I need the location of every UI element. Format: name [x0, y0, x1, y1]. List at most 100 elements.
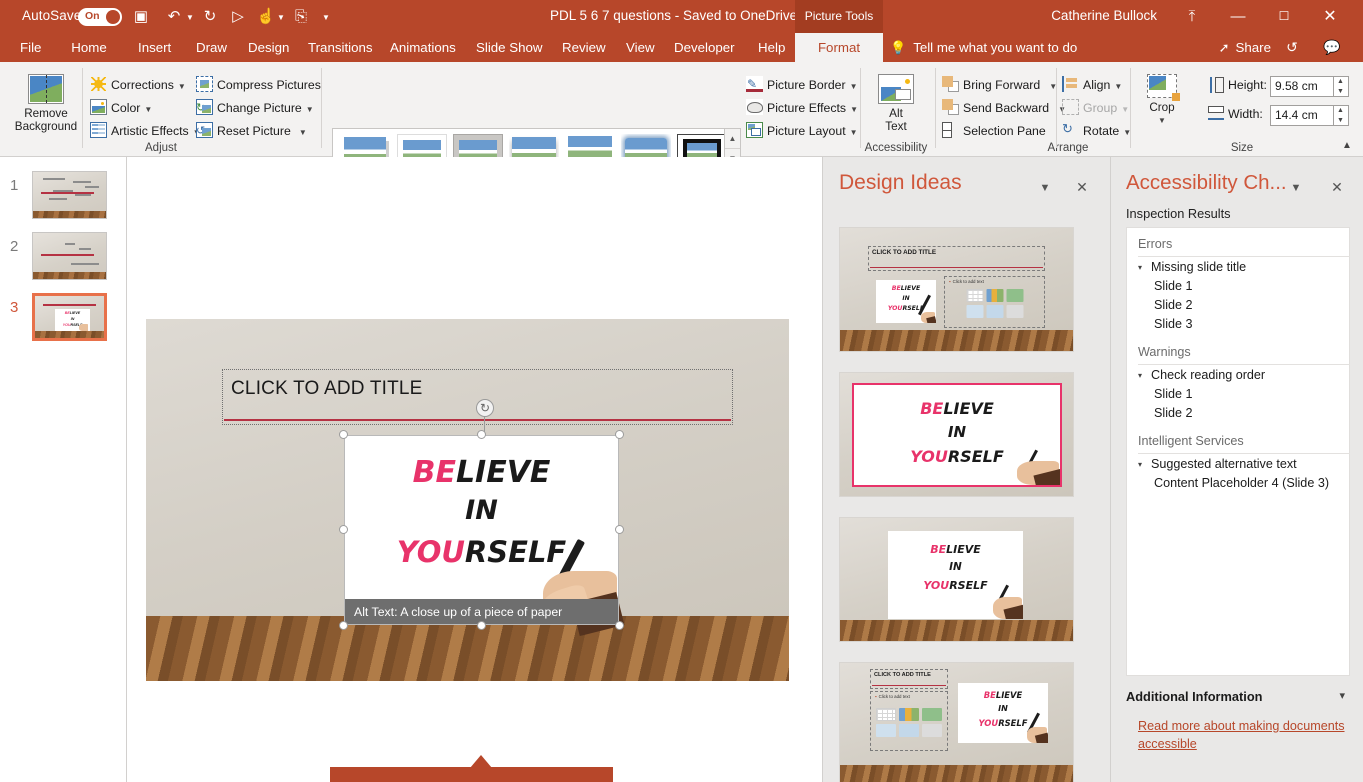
compress-pictures-button[interactable]: Compress Pictures: [196, 74, 321, 96]
version-history-icon[interactable]: ↺: [1277, 33, 1307, 62]
bring-forward-button[interactable]: Bring Forward▼: [942, 74, 1057, 96]
rotation-handle[interactable]: ↻: [476, 399, 494, 417]
tab-developer[interactable]: Developer: [664, 33, 744, 62]
align-button[interactable]: Align▼: [1062, 74, 1122, 96]
resize-handle-bottom-right[interactable]: [615, 621, 624, 630]
reset-picture-button[interactable]: Reset Picture▼: [196, 120, 307, 142]
height-stepper-down-icon[interactable]: ▼: [1334, 87, 1347, 96]
tab-insert[interactable]: Insert: [128, 33, 180, 62]
resize-handle-top-left[interactable]: [339, 430, 348, 439]
issue-item-slide-1[interactable]: Slide 1: [1154, 279, 1193, 293]
issue-item-slide-3[interactable]: Slide 3: [1154, 317, 1193, 331]
send-backward-button[interactable]: Send Backward▼: [942, 97, 1066, 119]
design-idea-card-1[interactable]: CLICK TO ADD TITLE BELIEVE IN YOURSELF C…: [839, 227, 1074, 352]
expand-triangle-icon[interactable]: ▾: [1138, 262, 1147, 274]
tab-help[interactable]: Help: [748, 33, 790, 62]
crop-chevron-down-icon[interactable]: ▼: [1136, 114, 1188, 127]
warning-item-slide-2[interactable]: Slide 2: [1154, 406, 1193, 420]
user-name[interactable]: Catherine Bullock: [1051, 8, 1157, 23]
additional-information-header[interactable]: Additional Information: [1126, 689, 1263, 704]
selected-picture[interactable]: BELIEVE IN YOURSELF: [344, 435, 619, 625]
smartart-icon: [1006, 289, 1023, 302]
selection-pane-button[interactable]: Selection Pane: [942, 120, 1046, 142]
resize-handle-top-center[interactable]: [477, 430, 486, 439]
tab-design[interactable]: Design: [238, 33, 294, 62]
tab-file[interactable]: File: [10, 33, 50, 62]
change-picture-button[interactable]: Change Picture▼: [196, 97, 314, 119]
height-input[interactable]: 9.58 cm: [1270, 76, 1334, 97]
issue-missing-slide-title[interactable]: Missing slide title: [1151, 260, 1246, 274]
slide-thumbnail-image-1[interactable]: [32, 171, 107, 219]
picture-border-button[interactable]: Picture Border▼: [746, 74, 858, 96]
additional-information-chevron-down-icon[interactable]: ▾: [1339, 689, 1345, 702]
design-idea-card-2[interactable]: BELIEVE IN YOURSELF: [839, 372, 1074, 497]
remove-background-button[interactable]: Remove Background: [8, 74, 84, 133]
tab-slide-show[interactable]: Slide Show: [466, 33, 546, 62]
slide-thumbnail-image-3[interactable]: BELIEVE IN YOURSELF: [32, 293, 107, 341]
design-ideas-close-icon[interactable]: ✕: [1072, 177, 1092, 197]
resize-handle-bottom-left[interactable]: [339, 621, 348, 630]
tab-draw[interactable]: Draw: [186, 33, 234, 62]
close-icon[interactable]: ✕: [1307, 0, 1353, 33]
expand-triangle-icon[interactable]: ▾: [1138, 459, 1147, 471]
tab-review[interactable]: Review: [552, 33, 610, 62]
tab-transitions[interactable]: Transitions: [298, 33, 376, 62]
slide-edit-area[interactable]: CLICK TO ADD TITLE ↻ BELIEVE IN: [127, 157, 803, 782]
slide-thumbnail-image-2[interactable]: [32, 232, 107, 280]
share-label: Share: [1236, 40, 1271, 55]
artistic-effects-button[interactable]: Artistic Effects▼: [90, 120, 201, 142]
height-stepper[interactable]: ▲ ▼: [1334, 76, 1349, 97]
share-button[interactable]: ➚Share: [1219, 33, 1271, 62]
slide-thumbnail-pane[interactable]: 1 2: [0, 157, 127, 782]
issue-check-reading-order[interactable]: Check reading order: [1151, 368, 1265, 382]
expand-triangle-icon[interactable]: ▾: [1138, 370, 1147, 382]
mini-title-placeholder-4: CLICK TO ADD TITLE: [870, 669, 948, 689]
rotate-button[interactable]: Rotate▼: [1062, 120, 1131, 142]
resize-handle-bottom-center[interactable]: [477, 621, 486, 630]
suggestion-item-content-placeholder[interactable]: Content Placeholder 4 (Slide 3): [1154, 476, 1329, 490]
title-placeholder[interactable]: CLICK TO ADD TITLE: [222, 369, 733, 425]
crop-button[interactable]: Crop ▼: [1136, 74, 1188, 127]
picture-border-label: Picture Border: [767, 78, 846, 92]
warning-item-slide-1[interactable]: Slide 1: [1154, 387, 1193, 401]
ribbon-display-options-icon[interactable]: ⤒: [1169, 0, 1215, 33]
width-stepper[interactable]: ▲ ▼: [1334, 105, 1349, 126]
picture-effects-button[interactable]: Picture Effects▼: [746, 97, 858, 119]
picture-layout-button[interactable]: Picture Layout▼: [746, 120, 858, 142]
tab-view[interactable]: View: [616, 33, 660, 62]
tab-format[interactable]: Format: [795, 33, 883, 62]
comments-icon[interactable]: 💬: [1317, 33, 1347, 62]
design-ideas-options-chevron-down-icon[interactable]: ▼: [1036, 179, 1054, 197]
issue-item-slide-2[interactable]: Slide 2: [1154, 298, 1193, 312]
height-stepper-up-icon[interactable]: ▲: [1334, 77, 1347, 86]
design-idea-card-3[interactable]: BELIEVE IN YOURSELF: [839, 517, 1074, 642]
width-input[interactable]: 14.4 cm: [1270, 105, 1334, 126]
video-icon: [1006, 305, 1023, 318]
width-stepper-up-icon[interactable]: ▲: [1334, 106, 1347, 115]
minimize-icon[interactable]: —: [1215, 0, 1261, 33]
tab-home[interactable]: Home: [60, 33, 118, 62]
tell-me-search[interactable]: 💡Tell me what you want to do: [890, 33, 1077, 62]
alt-text-button[interactable]: Alt Text: [858, 74, 934, 133]
width-stepper-down-icon[interactable]: ▼: [1334, 116, 1347, 125]
accessibility-checker-close-icon[interactable]: ✕: [1327, 177, 1347, 197]
maximize-icon[interactable]: ☐: [1261, 0, 1307, 33]
resize-handle-middle-right[interactable]: [615, 525, 624, 534]
powerpoint-window: AutoSave On ▣ ↶ ▼ ↻ ▷ ☝ ▼ ⎘ ▼ PDL 5 6 7 …: [0, 0, 1363, 782]
gallery-scroll-up-icon[interactable]: ▲: [725, 129, 740, 149]
read-more-link[interactable]: Read more about making documents accessi…: [1138, 717, 1353, 753]
inspection-results-list[interactable]: Errors ▾ Missing slide title Slide 1 Sli…: [1126, 227, 1350, 676]
tab-animations[interactable]: Animations: [380, 33, 460, 62]
resize-handle-top-right[interactable]: [615, 430, 624, 439]
chart-icon: [899, 708, 919, 721]
corrections-button[interactable]: Corrections▼: [90, 74, 186, 96]
color-button[interactable]: Color▼: [90, 97, 152, 119]
resize-handle-middle-left[interactable]: [339, 525, 348, 534]
compress-pictures-label: Compress Pictures: [217, 78, 321, 92]
mini-content-text-1: Click to add text: [949, 279, 984, 284]
accessibility-checker-options-chevron-down-icon[interactable]: ▼: [1287, 179, 1305, 197]
collapse-ribbon-icon[interactable]: ▲: [1339, 138, 1355, 154]
issue-suggested-alternative-text[interactable]: Suggested alternative text: [1151, 457, 1297, 471]
design-idea-card-4[interactable]: CLICK TO ADD TITLE Click to add text BEL…: [839, 662, 1074, 782]
current-slide[interactable]: CLICK TO ADD TITLE ↻ BELIEVE IN: [146, 319, 789, 681]
